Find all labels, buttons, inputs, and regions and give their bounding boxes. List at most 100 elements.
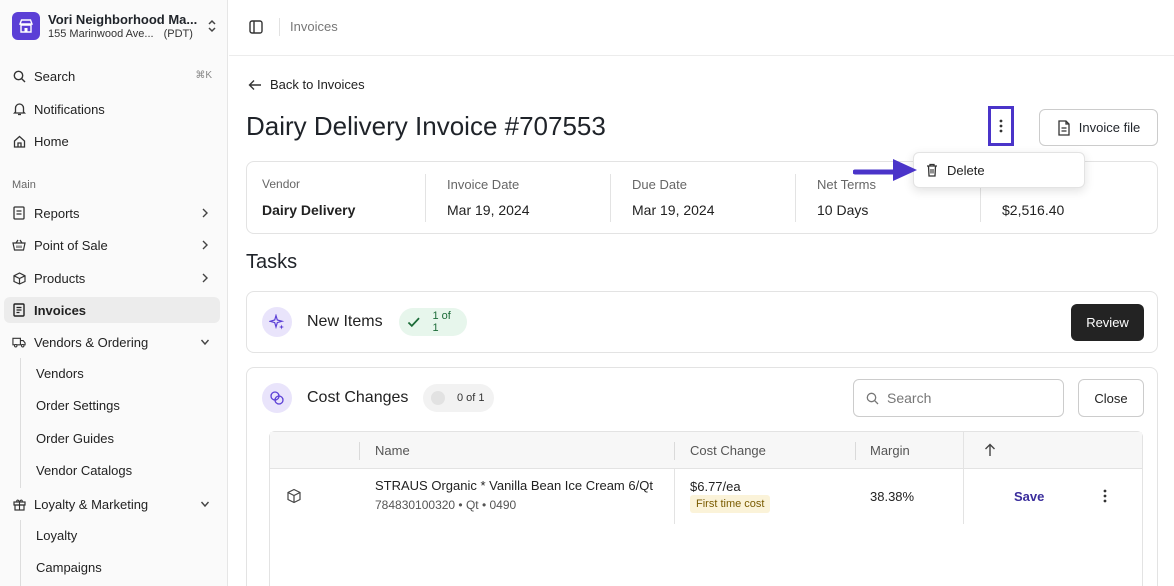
tasks-heading: Tasks bbox=[246, 251, 298, 273]
margin-value: 38.38% bbox=[870, 489, 915, 504]
column-header-margin[interactable]: Margin bbox=[870, 443, 910, 458]
home-icon bbox=[12, 134, 26, 148]
invoice-icon bbox=[12, 303, 26, 317]
kebab-icon bbox=[999, 119, 1003, 133]
sidebar-item-reports[interactable]: Reports bbox=[4, 200, 220, 226]
review-button[interactable]: Review bbox=[1071, 304, 1144, 341]
first-time-cost-badge: First time cost bbox=[690, 495, 771, 513]
column-divider bbox=[674, 469, 675, 524]
sidebar-item-label: Invoices bbox=[34, 302, 87, 318]
column-header-name[interactable]: Name bbox=[375, 443, 410, 458]
sidebar-item-point-of-sale[interactable]: Point of Sale bbox=[4, 232, 220, 258]
sidebar-item-products[interactable]: Products bbox=[4, 265, 220, 291]
delete-menu-item[interactable]: Delete bbox=[947, 163, 985, 178]
sidebar-item-label: Point of Sale bbox=[34, 237, 108, 253]
summary-label: Invoice Date bbox=[447, 177, 520, 192]
sidebar-item-label: Products bbox=[34, 270, 86, 286]
chevron-right-icon bbox=[202, 208, 208, 218]
cycle-icon bbox=[262, 383, 292, 413]
section-label-main: Main bbox=[12, 179, 36, 191]
summary-label: Due Date bbox=[632, 177, 687, 192]
sidebar-subitem-campaigns[interactable]: Campaigns bbox=[36, 560, 102, 575]
check-icon bbox=[407, 317, 420, 328]
arrow-left-icon bbox=[248, 79, 261, 90]
task-new-items: New Items 1 of 1 Review bbox=[246, 291, 1158, 353]
store-logo-icon bbox=[12, 12, 40, 40]
back-link-label: Back to Invoices bbox=[270, 77, 365, 92]
task-progress-text: 1 of 1 bbox=[432, 310, 451, 334]
more-actions-menu: Delete bbox=[913, 152, 1085, 188]
summary-value: Dairy Delivery bbox=[262, 202, 356, 218]
back-to-invoices-link[interactable]: Back to Invoices bbox=[248, 77, 365, 92]
product-meta: 784830100320 • Qt • 0490 bbox=[375, 498, 517, 512]
sidebar-item-loyalty-marketing[interactable]: Loyalty & Marketing bbox=[4, 491, 220, 517]
product-box-icon bbox=[287, 488, 301, 504]
topbar-divider bbox=[279, 18, 280, 36]
sidebar-subitem-order-settings[interactable]: Order Settings bbox=[36, 398, 120, 413]
document-icon bbox=[1058, 119, 1070, 136]
annotation-arrow-icon bbox=[853, 159, 917, 181]
breadcrumb[interactable]: Invoices bbox=[290, 19, 338, 34]
sidebar-item-invoices[interactable]: Invoices bbox=[4, 297, 220, 323]
column-divider bbox=[674, 442, 675, 460]
sidebar-subitem-vendor-catalogs[interactable]: Vendor Catalogs bbox=[36, 463, 132, 478]
chevron-right-icon bbox=[202, 240, 208, 250]
trash-icon bbox=[927, 163, 937, 177]
search-icon bbox=[866, 392, 879, 404]
more-actions-button[interactable] bbox=[988, 106, 1014, 146]
sidebar-subitem-loyalty[interactable]: Loyalty bbox=[36, 528, 77, 543]
sidebar-item-label: Search bbox=[34, 68, 76, 84]
sidebar-item-home[interactable]: Home bbox=[4, 128, 220, 154]
sidebar-subitem-vendors[interactable]: Vendors bbox=[36, 366, 84, 381]
task-name: New Items bbox=[307, 313, 383, 330]
invoice-file-button[interactable]: Invoice file bbox=[1039, 109, 1158, 146]
cost-search-input[interactable]: Search bbox=[853, 379, 1064, 417]
chevron-up-down-icon[interactable] bbox=[206, 18, 218, 34]
basket-icon bbox=[12, 238, 26, 252]
sidebar-item-label: Vendors & Ordering bbox=[34, 334, 149, 350]
sidebar: Vori Neighborhood Ma... 155 Marinwood Av… bbox=[0, 0, 228, 586]
sidebar-toggle-icon[interactable] bbox=[249, 20, 263, 34]
submenu-guide-line bbox=[20, 358, 21, 488]
search-placeholder: Search bbox=[887, 390, 932, 406]
page-title: Dairy Delivery Invoice #707553 bbox=[246, 111, 606, 141]
summary-value: 10 Days bbox=[817, 202, 869, 218]
summary-value: $2,516.40 bbox=[1002, 202, 1065, 218]
save-button[interactable]: Save bbox=[1014, 489, 1044, 504]
task-progress-badge: 0 of 1 bbox=[423, 384, 494, 412]
cost-changes-table: Name Cost Change Margin STRAUS Organic *… bbox=[269, 431, 1143, 586]
topbar: Invoices bbox=[229, 0, 1174, 56]
column-divider bbox=[963, 432, 964, 469]
column-divider bbox=[359, 442, 360, 460]
store-timezone: (PDT) bbox=[163, 28, 193, 40]
box-icon bbox=[12, 271, 26, 285]
summary-label: Vendor bbox=[262, 177, 301, 191]
sidebar-item-vendors-ordering[interactable]: Vendors & Ordering bbox=[4, 329, 220, 355]
task-progress-badge: 1 of 1 bbox=[399, 308, 467, 336]
summary-value: Mar 19, 2024 bbox=[632, 202, 715, 218]
store-switcher[interactable]: Vori Neighborhood Ma... 155 Marinwood Av… bbox=[12, 12, 222, 42]
submenu-guide-line bbox=[20, 520, 21, 586]
sidebar-item-search[interactable]: Search ⌘K bbox=[4, 63, 220, 89]
task-name: Cost Changes bbox=[307, 389, 409, 406]
store-name: Vori Neighborhood Ma... bbox=[48, 12, 198, 27]
sort-arrow-up-icon[interactable] bbox=[984, 443, 996, 457]
column-header-cost-change[interactable]: Cost Change bbox=[690, 443, 766, 458]
store-address-text: 155 Marinwood Ave... bbox=[48, 28, 154, 40]
product-name[interactable]: STRAUS Organic * Vanilla Bean Ice Cream … bbox=[375, 478, 653, 493]
sidebar-subitem-order-guides[interactable]: Order Guides bbox=[36, 431, 114, 446]
chevron-right-icon bbox=[202, 273, 208, 283]
sidebar-item-notifications[interactable]: Notifications bbox=[4, 96, 220, 122]
column-divider bbox=[963, 469, 964, 524]
store-address: 155 Marinwood Ave... (PDT) bbox=[48, 28, 193, 40]
column-divider bbox=[855, 442, 856, 460]
chevron-down-icon bbox=[200, 501, 210, 508]
close-button[interactable]: Close bbox=[1078, 379, 1144, 417]
shortcut-hint: ⌘K bbox=[195, 70, 212, 81]
summary-value: Mar 19, 2024 bbox=[447, 202, 530, 218]
row-kebab-icon[interactable] bbox=[1100, 487, 1110, 505]
summary-divider bbox=[425, 174, 426, 222]
search-icon bbox=[12, 69, 26, 83]
table-header: Name Cost Change Margin bbox=[270, 432, 1142, 469]
sparkle-icon bbox=[262, 307, 292, 337]
